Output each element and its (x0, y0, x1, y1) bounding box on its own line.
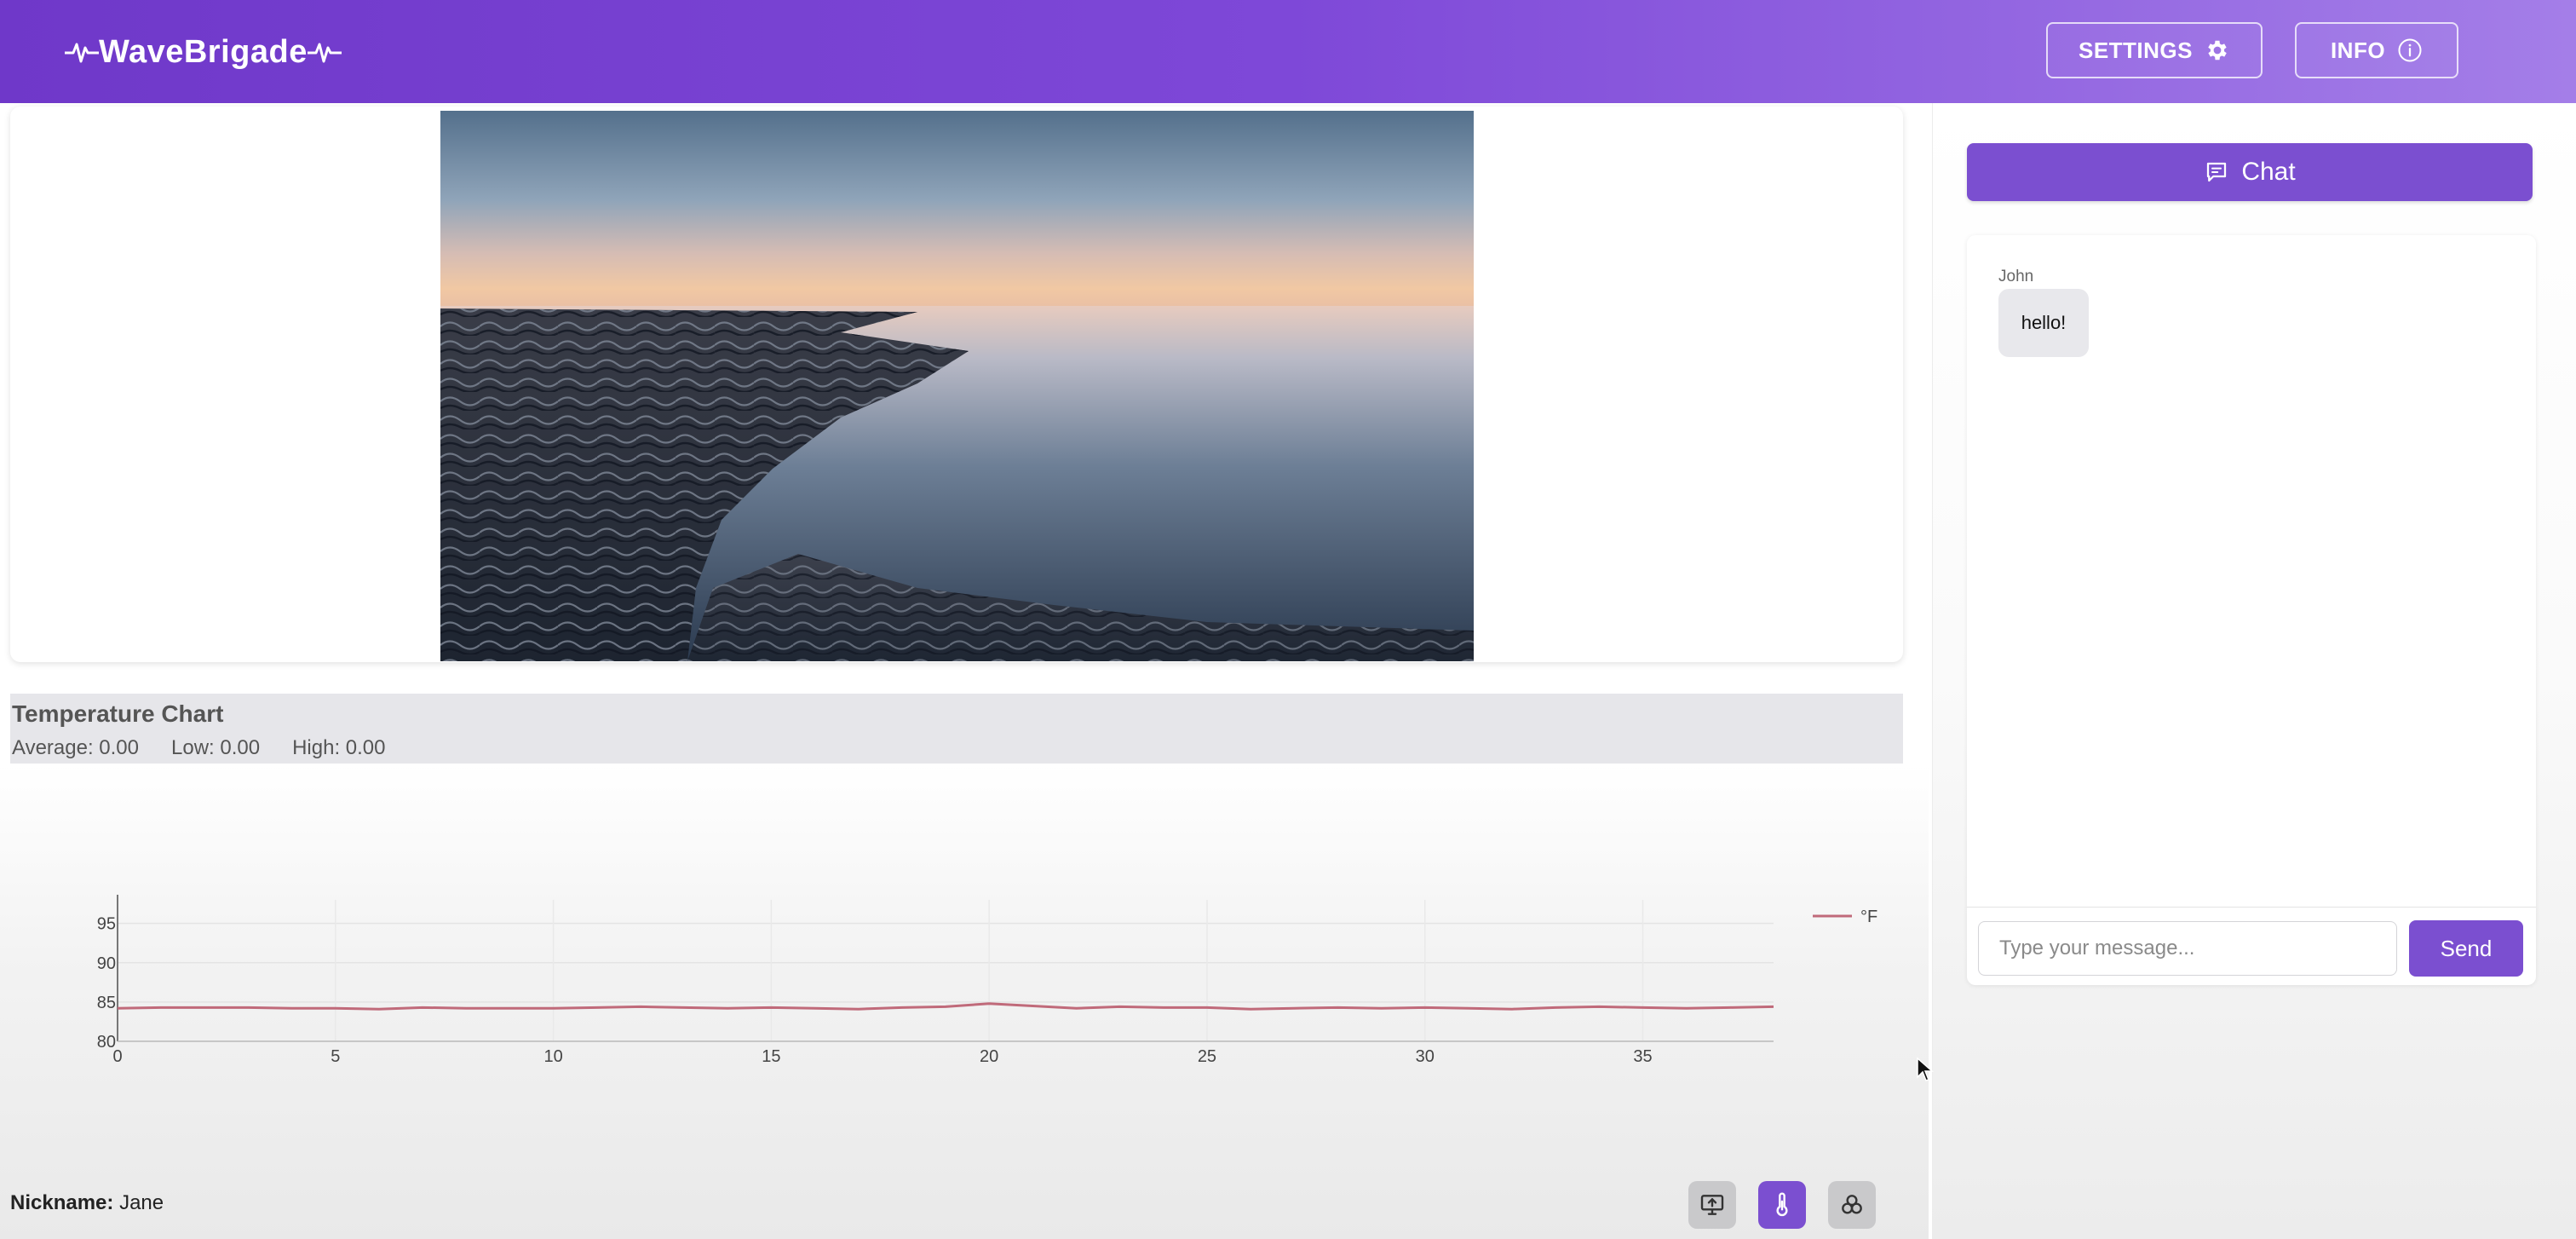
chat-button-label: Chat (2241, 158, 2296, 186)
high-stat: High: 0.00 (292, 736, 386, 759)
message-bubble: hello! (1998, 289, 2089, 357)
send-button[interactable]: Send (2409, 920, 2523, 977)
x-tick-label: 25 (1198, 1047, 1216, 1066)
pulse-icon (65, 43, 99, 63)
legend-label: °F (1860, 908, 1877, 926)
three-circles-icon (1842, 1195, 1862, 1214)
circles-button[interactable] (1828, 1181, 1876, 1229)
x-tick-label: 20 (980, 1047, 998, 1066)
temperature-stats: Average: 0.00 Low: 0.00 High: 0.00 (12, 736, 386, 760)
mouse-cursor-icon (1917, 1057, 1934, 1081)
chat-bubble-icon (2207, 162, 2227, 182)
x-tick-label: 30 (1416, 1047, 1435, 1066)
thermometer-icon (1776, 1192, 1788, 1217)
nickname-label: Nickname: (10, 1191, 114, 1214)
chat-message-input[interactable] (1978, 921, 2397, 976)
x-tick-label: 10 (543, 1047, 562, 1066)
y-tick-label: 90 (97, 954, 116, 973)
x-tick-label: 0 (112, 1047, 122, 1066)
settings-button[interactable]: SETTINGS (2046, 22, 2263, 78)
y-tick-label: 95 (97, 915, 116, 934)
message-author: John (1998, 268, 2034, 285)
low-stat: Low: 0.00 (171, 736, 261, 759)
y-tick-label: 85 (97, 994, 116, 1012)
temperature-line-chart: 808590950 5 10 15 20 25 30 35°F (97, 895, 1877, 1066)
info-button[interactable]: INFO (2295, 22, 2458, 78)
gear-icon (2208, 40, 2227, 61)
app-header: WaveBrigade SETTINGS INFO (0, 0, 2576, 103)
nickname-display: Nickname: Jane (10, 1191, 164, 1215)
screen-share-button[interactable] (1688, 1181, 1736, 1229)
chat-divider (1967, 907, 2536, 908)
nickname-value: Jane (119, 1191, 164, 1214)
info-label: INFO (2330, 37, 2386, 63)
stream-image (440, 111, 1474, 661)
x-tick-label: 15 (762, 1047, 780, 1066)
temperature-title: Temperature Chart (12, 700, 224, 727)
temperature-series-line (117, 1002, 1774, 1011)
app-name: WaveBrigade (99, 33, 308, 70)
x-tick-label: 35 (1633, 1047, 1652, 1066)
thermometer-button[interactable] (1758, 1181, 1806, 1229)
pulse-icon (307, 43, 342, 63)
x-tick-label: 5 (331, 1047, 340, 1066)
monitor-upload-icon (1700, 1195, 1724, 1215)
info-circle-icon (2398, 38, 2422, 62)
average-stat: Average: 0.00 (12, 736, 140, 759)
chat-button[interactable]: Chat (1967, 143, 2533, 201)
app-logo[interactable]: WaveBrigade (65, 32, 342, 72)
temperature-summary: Temperature Chart Average: 0.00 Low: 0.0… (10, 694, 1903, 764)
settings-label: SETTINGS (2078, 37, 2193, 63)
